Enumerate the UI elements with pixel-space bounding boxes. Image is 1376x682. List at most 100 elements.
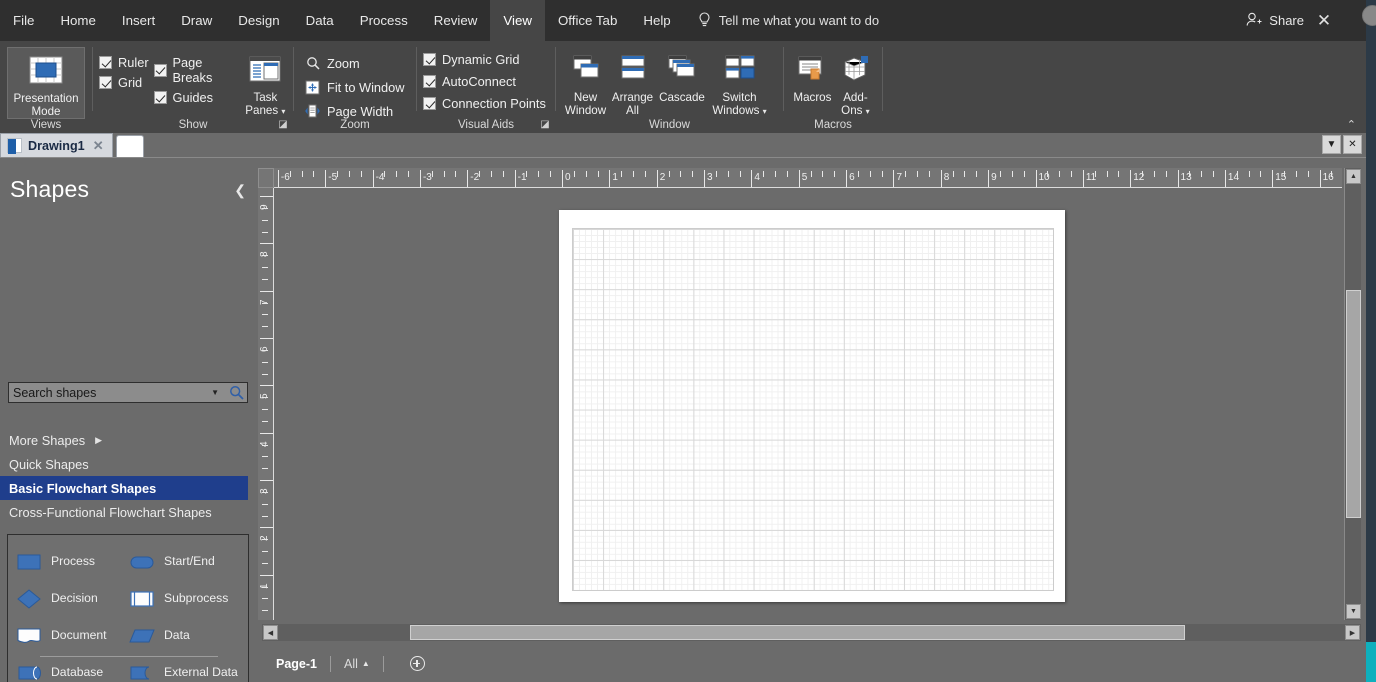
presentation-mode-button[interactable]: Presentation Mode <box>7 47 85 119</box>
stencil-item-start-end[interactable]: Start/End <box>128 543 241 580</box>
drawing-page[interactable] <box>559 210 1065 602</box>
chevron-down-icon[interactable]: ▼ <box>205 388 225 397</box>
ruler-label: -2 <box>470 172 480 183</box>
checkbox-grid-box[interactable] <box>99 76 112 89</box>
vertical-ruler[interactable]: 9876543210 <box>258 188 274 620</box>
close-icon[interactable]: ✕ <box>93 138 104 154</box>
vertical-scrollbar-thumb[interactable] <box>1346 290 1361 518</box>
stencil-item-decision[interactable]: Decision <box>15 580 128 617</box>
zoom-button[interactable]: Zoom <box>300 53 409 73</box>
chevron-up-icon[interactable]: ⌃ <box>1347 118 1356 131</box>
page-tab-page-1[interactable]: Page-1 <box>276 657 317 671</box>
checkbox-autoconnect-box[interactable] <box>423 75 436 88</box>
cascade-button[interactable]: Cascade <box>656 47 708 104</box>
close-icon[interactable]: ✕ <box>1343 135 1362 154</box>
scroll-down-button[interactable]: ▼ <box>1346 604 1361 619</box>
page-width-label: Page Width <box>327 103 394 119</box>
show-dialog-launcher[interactable]: ◪ <box>277 119 289 131</box>
checkbox-grid-label: Grid <box>118 75 143 90</box>
menu-tab-help[interactable]: Help <box>630 0 683 41</box>
vertical-scrollbar[interactable]: ▲ ▼ <box>1344 168 1361 620</box>
menu-tab-home[interactable]: Home <box>47 0 108 41</box>
menu-tab-draw[interactable]: Draw <box>168 0 225 41</box>
tell-me-search[interactable]: Tell me what you want to do <box>698 12 879 29</box>
database-shape-icon <box>15 661 43 682</box>
stencil-item-external-data[interactable]: External Data <box>128 654 241 682</box>
menu-tab-view[interactable]: View <box>490 0 545 41</box>
checkbox-dynamic-grid[interactable]: Dynamic Grid <box>423 52 546 67</box>
horizontal-ruler[interactable]: -6 -5 -4 -3 -2 -1 0 1 2 3 4 5 6 7 8 9 10 11 12 13 14 15 16 <box>274 168 1342 188</box>
add-ons-label-2: Ons ▾ <box>841 104 870 117</box>
checkbox-guides[interactable]: Guides <box>153 90 244 105</box>
stencil-item-data[interactable]: Data <box>128 617 241 654</box>
search-shapes-box[interactable]: ▼ <box>8 382 248 403</box>
ruler-tick-minor <box>1023 171 1025 177</box>
menu-tab-data[interactable]: Data <box>293 0 347 41</box>
menu-tab-process[interactable]: Process <box>347 0 421 41</box>
checkbox-connection-points-box[interactable] <box>423 97 436 110</box>
ruler-corner[interactable] <box>258 168 274 188</box>
macros-icon <box>795 49 829 91</box>
switch-windows-button[interactable]: Switch Windows ▾ <box>708 47 771 118</box>
task-panes-label-1: Task <box>253 91 278 104</box>
menu-tab-file[interactable]: File <box>0 0 47 41</box>
zoom-label: Zoom <box>327 55 360 71</box>
checkbox-ruler[interactable]: Ruler <box>99 55 154 70</box>
ruler-label: -5 <box>328 172 338 183</box>
arrange-all-button[interactable]: Arrange All <box>609 47 656 117</box>
stencil-label-decision: Decision <box>51 590 98 605</box>
ruler-tick-minor <box>1201 171 1203 177</box>
outer-scroll-knob[interactable] <box>1362 5 1376 26</box>
checkbox-connection-points[interactable]: Connection Points <box>423 96 546 111</box>
document-tab-strip-controls: ▼ ✕ <box>1322 135 1362 154</box>
checkbox-page-breaks-box[interactable] <box>153 63 167 77</box>
scroll-left-button[interactable]: ◀ <box>263 625 278 640</box>
search-input[interactable] <box>9 385 206 400</box>
macros-button[interactable]: Macros <box>790 47 835 104</box>
add-page-icon[interactable] <box>409 656 425 671</box>
sidebar-item-quick-shapes[interactable]: Quick Shapes <box>0 452 256 476</box>
add-ons-button[interactable]: Add- Ons ▾ <box>835 47 876 118</box>
fit-to-window-button[interactable]: Fit to Window <box>300 77 409 97</box>
ruler-tick-major <box>260 290 273 292</box>
scroll-right-button[interactable]: ▶ <box>1345 625 1360 640</box>
sidebar-item-cross-functional-flowchart-shapes[interactable]: Cross-Functional Flowchart Shapes <box>0 500 256 524</box>
menu-tab-office-tab[interactable]: Office Tab <box>545 0 630 41</box>
menu-tab-review[interactable]: Review <box>421 0 491 41</box>
checkbox-grid[interactable]: Grid <box>99 75 154 90</box>
search-icon[interactable] <box>225 385 247 400</box>
ribbon-group-zoom: Zoom Fit to Window Page Width Zoom <box>294 41 416 133</box>
visual-aids-dialog-launcher[interactable]: ◪ <box>539 119 551 131</box>
stencil-item-document[interactable]: Document <box>15 617 128 654</box>
new-document-tab-button[interactable] <box>115 135 144 157</box>
chevron-down-icon: ▾ <box>762 107 767 116</box>
checkbox-dynamic-grid-box[interactable] <box>423 53 436 66</box>
new-window-button[interactable]: New Window <box>562 47 609 117</box>
document-tab-drawing1[interactable]: Drawing1 ✕ <box>0 133 113 157</box>
checkbox-ruler-box[interactable] <box>99 56 112 69</box>
ruler-tick-minor <box>262 255 268 257</box>
scroll-up-button[interactable]: ▲ <box>1346 169 1361 184</box>
stencil-item-process[interactable]: Process <box>15 543 128 580</box>
task-panes-button[interactable]: Task Panes ▾ <box>244 47 287 118</box>
horizontal-scrollbar-thumb[interactable] <box>410 625 1185 640</box>
checkbox-guides-box[interactable] <box>153 91 167 104</box>
close-icon[interactable]: ✕ <box>1304 0 1344 41</box>
checkbox-autoconnect[interactable]: AutoConnect <box>423 74 546 89</box>
page-width-button[interactable]: Page Width <box>300 101 409 121</box>
chevron-down-icon[interactable]: ▼ <box>1322 135 1341 154</box>
drawing-canvas[interactable] <box>274 188 1342 620</box>
chevron-left-icon[interactable]: ❮ <box>234 182 246 199</box>
ruler-label: -3 <box>422 172 432 183</box>
sidebar-item-more-shapes[interactable]: More Shapes ▶ <box>0 428 256 452</box>
stencil-item-subprocess[interactable]: Subprocess <box>128 580 241 617</box>
stencil-item-database[interactable]: Database <box>15 654 128 682</box>
all-pages-button[interactable]: All ▲ <box>344 657 370 671</box>
menu-tab-design[interactable]: Design <box>225 0 292 41</box>
stencil-label-start-end: Start/End <box>164 553 215 568</box>
sidebar-item-basic-flowchart-shapes[interactable]: Basic Flowchart Shapes <box>0 476 248 500</box>
checkbox-page-breaks[interactable]: Page Breaks <box>153 55 244 85</box>
horizontal-scrollbar[interactable]: ◀ ▶ <box>262 624 1361 641</box>
menu-tab-insert[interactable]: Insert <box>109 0 168 41</box>
share-button[interactable]: Share <box>1246 0 1304 41</box>
